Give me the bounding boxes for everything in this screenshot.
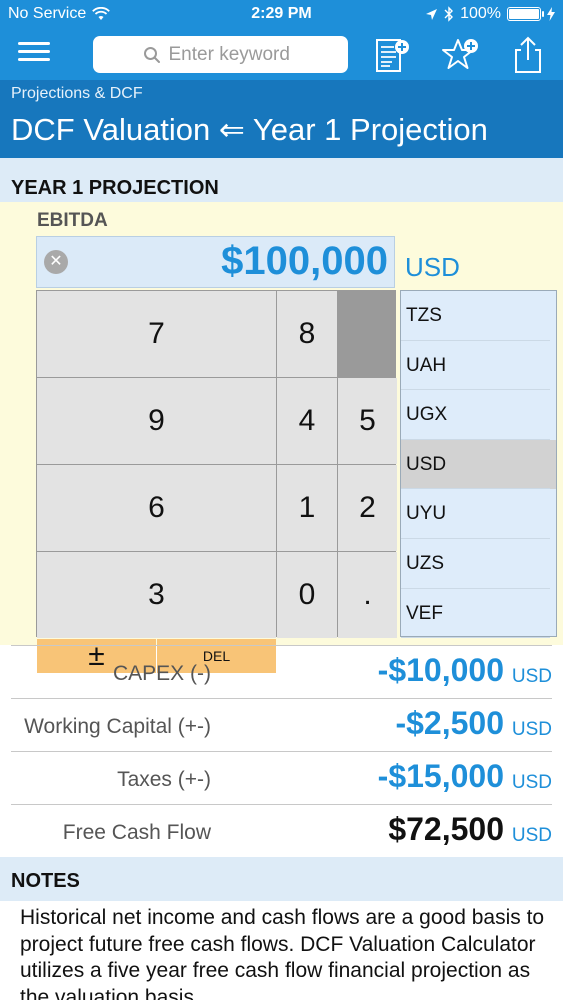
add-favorite-icon[interactable] — [440, 35, 480, 75]
key-0[interactable]: 0 — [277, 552, 337, 638]
bluetooth-icon — [444, 6, 454, 22]
ebitda-value-field[interactable]: ✕ $100,000 — [36, 236, 395, 288]
key-4[interactable]: 4 — [277, 378, 337, 464]
capex-value: -$10,000 — [377, 652, 504, 688]
taxes-value: -$15,000 — [377, 758, 504, 794]
free-cash-flow-unit: USD — [511, 825, 552, 846]
menu-icon[interactable] — [18, 42, 50, 68]
currency-option-selected[interactable]: USD — [401, 439, 556, 490]
charging-bolt-icon — [547, 7, 555, 21]
battery-icon — [507, 7, 544, 21]
status-right: 100% — [425, 5, 555, 23]
key-1[interactable]: 1 — [277, 465, 337, 551]
result-row-working-capital[interactable]: Working Capital (+-) -$2,500 USD — [11, 698, 552, 751]
currency-option[interactable]: UYU — [401, 489, 556, 539]
notes-text: Historical net income and cash flows are… — [20, 906, 545, 1000]
taxes-unit: USD — [511, 772, 552, 793]
breadcrumb[interactable]: Projections & DCF — [11, 85, 143, 103]
battery-percent: 100% — [460, 5, 501, 22]
search-icon — [143, 46, 160, 63]
key-5[interactable]: 5 — [338, 378, 397, 464]
top-navigation-bar: No Service 2:29 PM 100% — [0, 0, 563, 80]
input-currency-label: USD — [405, 252, 460, 282]
currency-option[interactable]: UGX — [401, 390, 556, 440]
search-input[interactable] — [168, 43, 299, 66]
add-note-icon[interactable] — [372, 35, 412, 75]
battery-level-fill — [509, 9, 539, 19]
working-capital-value: -$2,500 — [395, 705, 504, 741]
currency-option[interactable]: TZS — [401, 291, 556, 341]
ebitda-value: $100,000 — [221, 239, 388, 283]
key-7[interactable]: 7 — [37, 291, 276, 377]
ebitda-label: EBITDA — [37, 210, 108, 231]
result-row-taxes[interactable]: Taxes (+-) -$15,000 USD — [11, 751, 552, 804]
result-row-capex[interactable]: CAPEX (-) -$10,000 USD — [11, 645, 552, 698]
search-bar[interactable] — [93, 36, 348, 73]
key-2[interactable]: 2 — [338, 465, 397, 551]
capex-label: CAPEX (-) — [112, 662, 211, 685]
key-9[interactable]: 9 — [37, 378, 276, 464]
key-6[interactable]: 6 — [37, 465, 276, 551]
result-row-free-cash-flow: Free Cash Flow $72,500 USD — [11, 804, 552, 857]
currency-option[interactable]: UZS — [401, 539, 556, 589]
working-capital-label: Working Capital (+-) — [24, 715, 211, 738]
working-capital-unit: USD — [511, 719, 552, 740]
status-bar: No Service 2:29 PM 100% — [0, 0, 563, 30]
currency-option[interactable]: UAH — [401, 341, 556, 391]
nav-row — [0, 30, 563, 80]
numeric-keypad: 7 8 9 4 5 6 1 2 3 0 . ± DEL — [36, 290, 397, 673]
clear-icon[interactable]: ✕ — [44, 250, 68, 274]
free-cash-flow-label: Free Cash Flow — [62, 821, 211, 844]
currency-option[interactable]: VEF — [401, 589, 556, 639]
section-header-notes: NOTES — [0, 857, 563, 901]
taxes-label: Taxes (+-) — [117, 768, 211, 791]
key-8[interactable]: 8 — [277, 291, 337, 377]
location-arrow-icon — [426, 8, 438, 20]
title-bar: Projections & DCF DCF Valuation ⇐ Year 1… — [0, 80, 563, 158]
currency-picker[interactable]: TZS UAH UGX USD UYU UZS VEF — [400, 290, 557, 639]
share-icon[interactable] — [508, 35, 548, 75]
key-3[interactable]: 3 — [37, 552, 276, 638]
page-title: DCF Valuation ⇐ Year 1 Projection — [11, 112, 488, 147]
key-decimal[interactable]: . — [338, 552, 397, 638]
capex-unit: USD — [511, 666, 552, 687]
free-cash-flow-value: $72,500 — [388, 811, 504, 847]
section-header-year1: YEAR 1 PROJECTION — [0, 158, 563, 202]
